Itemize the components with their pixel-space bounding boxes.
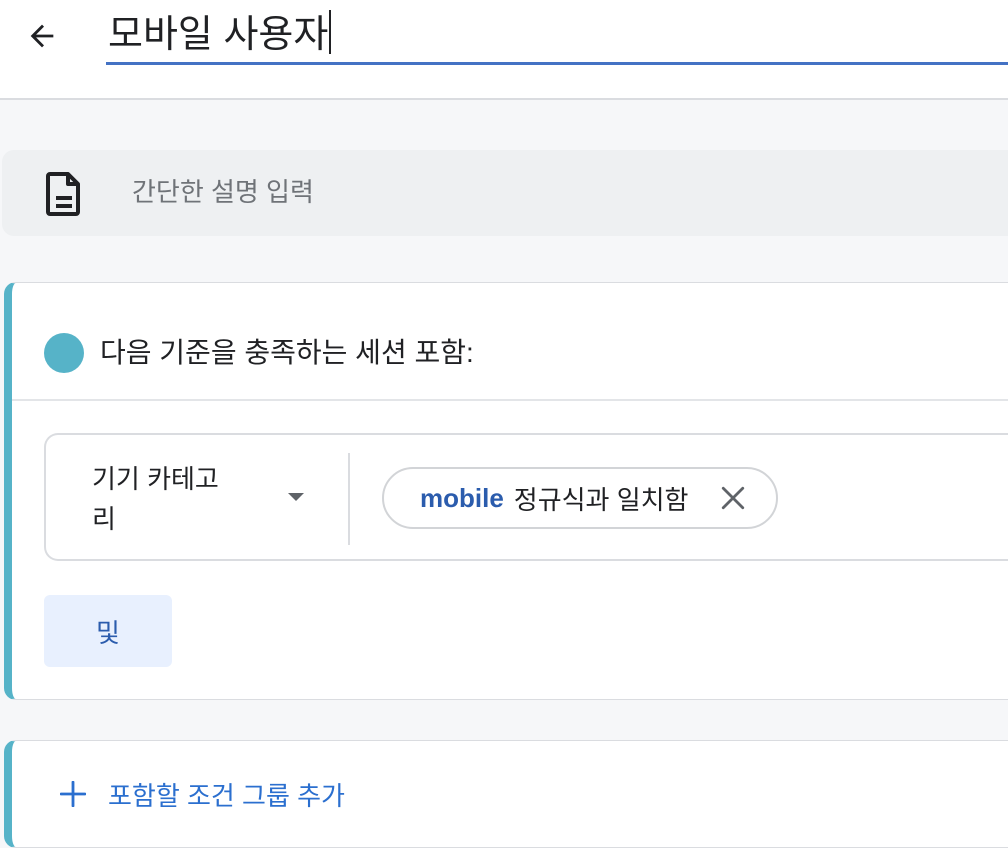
text-cursor (329, 10, 332, 54)
description-input[interactable] (132, 174, 932, 210)
plus-icon (60, 781, 86, 807)
segment-title-text: 모바일 사용자 (108, 14, 329, 56)
chip-value: mobile (420, 482, 504, 513)
condition-group-header: 다음 기준을 충족하는 세션 포함: (12, 283, 1008, 401)
add-group-card: 포함할 조건 그룹 추가 (4, 740, 1008, 848)
group-color-dot (44, 333, 84, 373)
condition-group-card: 다음 기준을 충족하는 세션 포함: 기기 카테고리 mobile 정규식과 일… (4, 282, 1008, 700)
add-group-label: 포함할 조건 그룹 추가 (108, 780, 345, 811)
dimension-label: 기기 카테고리 (92, 464, 219, 534)
condition-group-title: 다음 기준을 충족하는 세션 포함: (100, 337, 474, 368)
title-field[interactable]: 모바일 사용자 (106, 6, 1008, 65)
divider (348, 453, 350, 545)
and-button[interactable]: 및 (44, 595, 172, 667)
condition-chip[interactable]: mobile 정규식과 일치함 (382, 467, 778, 529)
add-condition-group-button[interactable]: 포함할 조건 그룹 추가 (60, 767, 345, 821)
document-icon (46, 172, 80, 216)
chip-operator: 정규식과 일치함 (513, 484, 689, 515)
segment-title[interactable]: 모바일 사용자 (108, 8, 332, 62)
back-button[interactable] (18, 12, 66, 60)
header: 모바일 사용자 (0, 0, 1008, 100)
close-icon[interactable] (720, 485, 746, 511)
condition-row: 기기 카테고리 mobile 정규식과 일치함 (44, 433, 1008, 561)
description-bar (2, 150, 1008, 236)
dimension-dropdown[interactable]: 기기 카테고리 (46, 435, 346, 559)
caret-down-icon (288, 493, 304, 501)
arrow-left-icon (30, 24, 54, 48)
